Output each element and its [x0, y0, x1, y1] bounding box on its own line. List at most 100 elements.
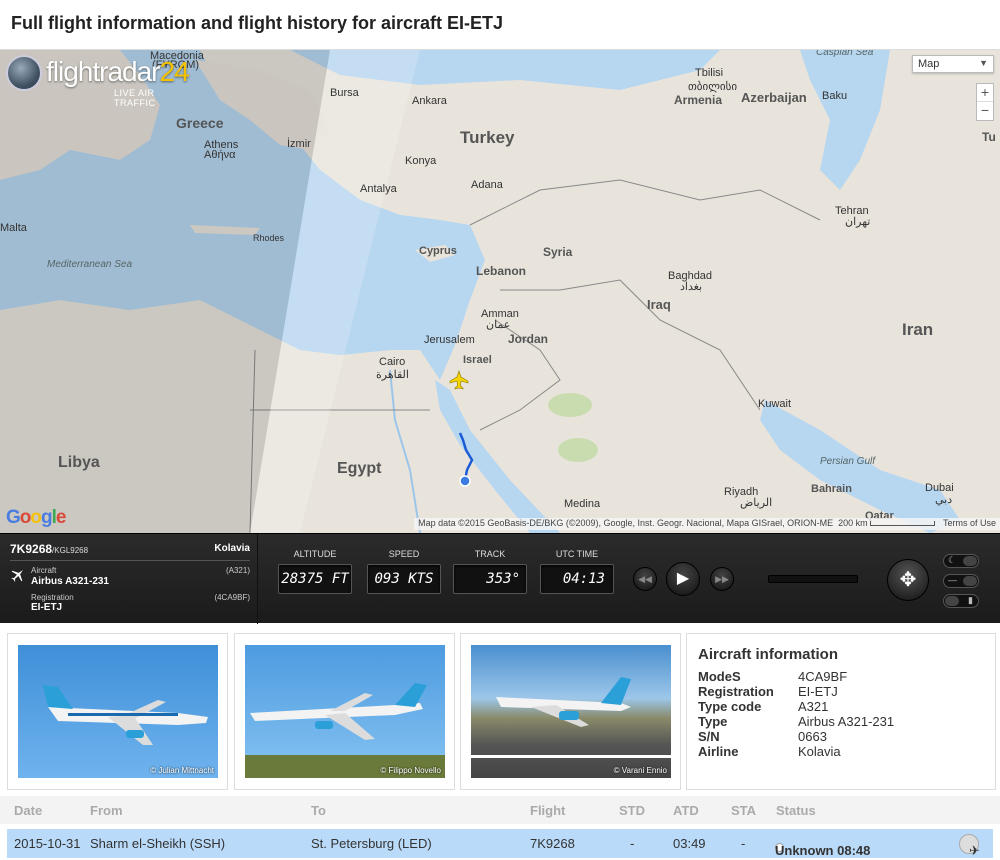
logo-tagline: LIVE AIR TRAFFIC: [114, 88, 156, 108]
map-label-turkey: Turkey: [460, 128, 515, 147]
attribution-text: Map data ©2015 GeoBasis-DE/BKG (©2009), …: [418, 518, 834, 528]
play-flight-button[interactable]: ✈: [959, 834, 980, 858]
map-label-med-sea: Mediterranean Sea: [47, 259, 133, 270]
globe-icon: [6, 55, 42, 91]
col-flight[interactable]: Flight: [530, 803, 565, 818]
track-gauge: TRACK 353°: [453, 549, 527, 594]
flight-panel: 7K9268/KGL9268 Kolavia Aircraft Airbus A…: [0, 533, 1000, 624]
map-label-syria: Syria: [543, 245, 573, 259]
map-label-dubai-local: دبي: [935, 494, 953, 506]
col-from[interactable]: From: [90, 803, 123, 818]
info-key: Type code: [698, 699, 762, 714]
modes-code: (4CA9BF): [214, 593, 250, 602]
photo-card: © Julian Mittnacht: [7, 633, 228, 790]
map-label-tu: Tu: [982, 130, 996, 144]
speed-value: 093 KTS: [367, 564, 441, 594]
aircraft-photo[interactable]: © Filippo Novello: [245, 645, 445, 778]
trail-toggle[interactable]: —: [943, 574, 979, 588]
divider: [10, 560, 250, 561]
google-logo[interactable]: Google: [6, 507, 66, 529]
zoom-control: + −: [976, 83, 994, 121]
altitude-label: ALTITUDE: [293, 549, 337, 559]
map-label-cairo-local: القاهرة: [376, 369, 409, 381]
map-label-rhodes: Rhodes: [253, 233, 285, 243]
col-to[interactable]: To: [311, 803, 326, 818]
col-sta[interactable]: STA: [731, 803, 756, 818]
playback-progress[interactable]: [768, 575, 858, 583]
col-atd[interactable]: ATD: [673, 803, 699, 818]
night-mode-toggle[interactable]: ☾: [943, 554, 979, 568]
map-type-value: Map: [918, 58, 940, 70]
col-date[interactable]: Date: [14, 803, 42, 818]
rewind-icon: ◀◀: [638, 574, 652, 584]
aircraft-label: Aircraft: [31, 566, 57, 575]
minus-icon: —: [948, 575, 957, 585]
map-label-konya: Konya: [405, 155, 437, 167]
registration-value: EI-ETJ: [31, 602, 63, 613]
map-label-cyprus: Cyprus: [419, 245, 457, 257]
map-label-egypt: Egypt: [337, 460, 382, 477]
aircraft-code: (A321): [225, 566, 250, 575]
flightradar-logo[interactable]: flightradar24 LIVE AIR TRAFFIC: [6, 55, 191, 108]
map-label-kuwait: Kuwait: [758, 398, 792, 410]
col-status[interactable]: Status: [776, 803, 816, 818]
photo-credit: © Julian Mittnacht: [150, 766, 214, 775]
cell-from: Sharm el-Sheikh (SSH): [90, 836, 226, 851]
map-type-select[interactable]: Map ▼: [912, 55, 994, 73]
map-label-medina: Medina: [564, 498, 601, 510]
terms-link[interactable]: Terms of Use: [943, 518, 996, 528]
rewind-button[interactable]: ◀◀: [633, 567, 657, 591]
time-gauge: UTC TIME 04:13: [540, 549, 614, 594]
aircraft-photo[interactable]: © Varani Ennio: [471, 645, 671, 778]
origin-marker[interactable]: [459, 475, 471, 487]
fast-forward-button[interactable]: ▶▶: [710, 567, 734, 591]
registration-label: Registration: [31, 593, 74, 602]
zoom-in-button[interactable]: +: [977, 84, 993, 102]
map-label-adana: Adana: [471, 179, 503, 191]
info-value: EI-ETJ: [798, 684, 838, 699]
info-key: ModeS: [698, 669, 741, 684]
map-label-azerbaijan: Azerbaijan: [741, 90, 807, 105]
map-label-caspian: Caspian Sea: [816, 50, 874, 58]
flight-map[interactable]: Macedonia (FYROM) Bursa Ankara Tbilisi თ…: [0, 50, 1000, 533]
cell-status: Unknown 08:48: [775, 843, 871, 858]
track-value: 353°: [453, 564, 527, 594]
chart-toggle[interactable]: ▮: [943, 594, 979, 608]
col-std[interactable]: STD: [619, 803, 645, 818]
map-label-ankara: Ankara: [412, 95, 447, 107]
map-label-tbilisi-local: თბილისი: [688, 81, 738, 93]
cell-flight: 7K9268: [530, 836, 575, 851]
scale-label: 200 km: [838, 518, 868, 528]
play-button[interactable]: ▶: [666, 562, 700, 596]
aircraft-info-heading: Aircraft information: [698, 646, 839, 663]
flight-airline: Kolavia: [214, 543, 250, 554]
cell-date: 2015-10-31: [14, 836, 81, 851]
map-label-antalya: Antalya: [360, 183, 397, 195]
info-value: Kolavia: [798, 744, 841, 759]
altitude-gauge: ALTITUDE 28375 FT: [278, 549, 352, 594]
flight-callsign-icao: /KGL9268: [52, 546, 89, 555]
photo-card: © Varani Ennio: [460, 633, 681, 790]
map-label-riyadh-local: الرياض: [740, 497, 773, 509]
track-label: TRACK: [474, 549, 506, 559]
aircraft-photo[interactable]: © Julian Mittnacht: [18, 645, 218, 778]
logo-number: 24: [159, 56, 190, 87]
flight-summary: 7K9268/KGL9268 Kolavia Aircraft Airbus A…: [0, 534, 258, 624]
page-header: Full flight information and flight histo…: [0, 0, 1000, 50]
info-value: 0663: [798, 729, 827, 744]
cell-sta: -: [741, 836, 746, 851]
map-label-libya: Libya: [58, 454, 100, 471]
locate-button[interactable]: ✥: [887, 559, 929, 601]
zoom-out-button[interactable]: −: [977, 102, 993, 120]
photo-card: © Filippo Novello: [234, 633, 455, 790]
map-label-tbilisi: Tbilisi: [695, 67, 724, 79]
airplane-icon: [10, 567, 26, 583]
bar-chart-icon: ▮: [968, 595, 973, 605]
map-label-persian-gulf: Persian Gulf: [820, 456, 876, 467]
table-row[interactable]: 2015-10-31 Sharm el-Sheikh (SSH) St. Pet…: [7, 829, 993, 858]
info-value: Airbus A321-231: [798, 714, 895, 729]
map-label-bahrain: Bahrain: [811, 483, 852, 495]
aircraft-info-card: Aircraft information ModeS 4CA9BF Regist…: [686, 633, 996, 790]
green-patch: [558, 438, 598, 462]
airplane-image: [43, 685, 208, 745]
